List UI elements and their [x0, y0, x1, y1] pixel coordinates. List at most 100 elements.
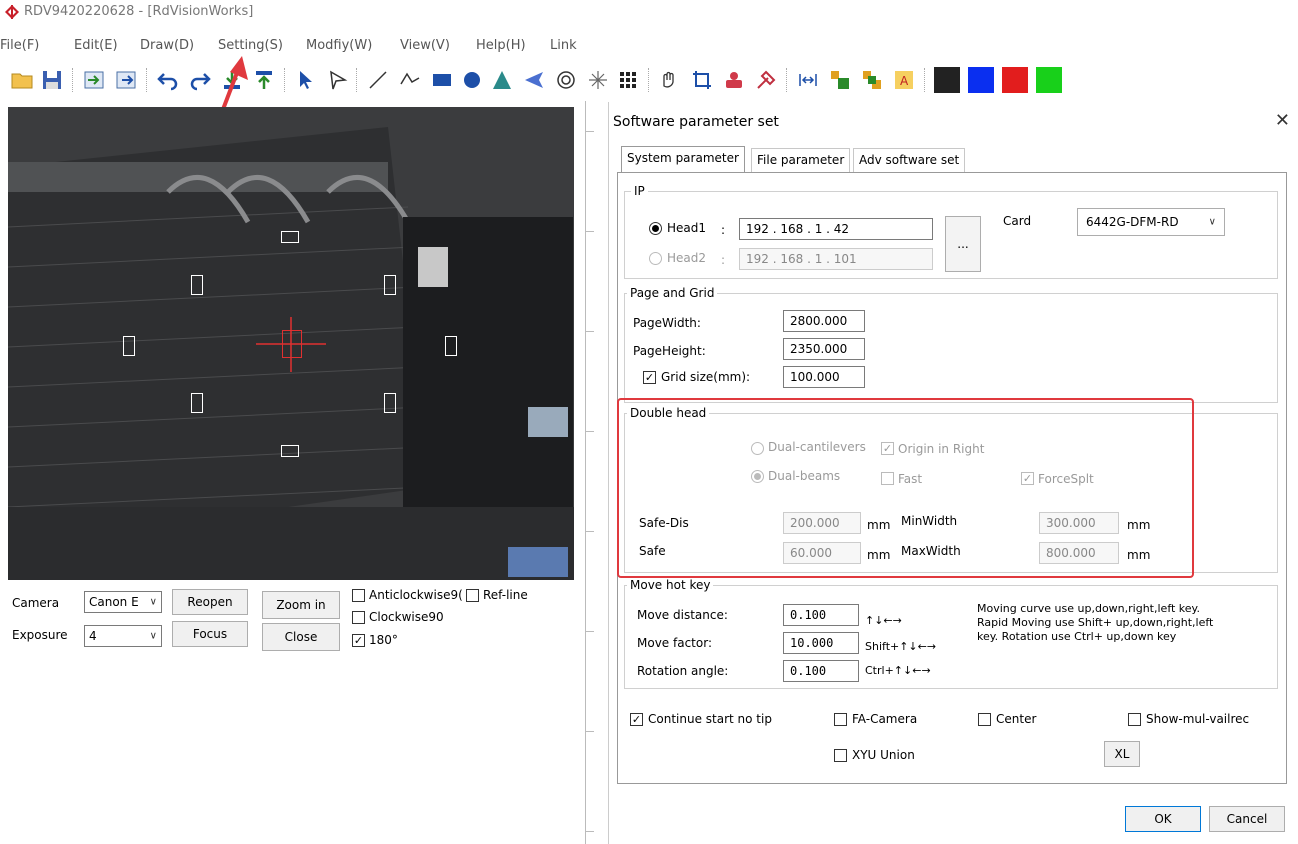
align-text-icon[interactable]: A: [890, 66, 918, 94]
camera-view[interactable]: [8, 107, 574, 580]
menu-edit[interactable]: Edit(E): [74, 38, 118, 53]
svg-text:A: A: [900, 74, 909, 88]
export-icon[interactable]: [112, 66, 140, 94]
color-swatch-black[interactable]: [934, 67, 960, 93]
close-camera-button[interactable]: Close: [262, 623, 340, 651]
camera-select[interactable]: Canon E ∨: [84, 591, 162, 613]
polygon-tool-icon[interactable]: [488, 66, 516, 94]
marker-upper-right: [384, 275, 396, 295]
move-distance-label: Move distance:: [637, 608, 728, 622]
align-center-icon[interactable]: [858, 66, 886, 94]
card-select[interactable]: 6442G-DFM-RD ∨: [1077, 208, 1225, 236]
color-swatch-green[interactable]: [1036, 67, 1062, 93]
distribute-icon[interactable]: [794, 66, 822, 94]
marker-left: [123, 336, 135, 356]
fa-camera-label: FA-Camera: [852, 712, 918, 726]
grid-size-input[interactable]: 100.000: [783, 366, 865, 388]
ip-group-label: IP: [631, 184, 648, 198]
menu-view[interactable]: View(V): [400, 38, 450, 53]
rotation-angle-input[interactable]: 0.100: [783, 660, 859, 682]
annotation-highlight-box: [617, 398, 1194, 578]
menu-bar: File(F) Edit(E) Draw(D) Setting(S) Modfi…: [0, 38, 700, 58]
marker-upper-left: [191, 275, 203, 295]
page-grid-group-label: Page and Grid: [627, 286, 718, 300]
save-icon[interactable]: [38, 66, 66, 94]
continue-start-checkbox[interactable]: ✓: [630, 713, 643, 726]
head2-ip-input[interactable]: 192 . 168 . 1 . 101: [739, 248, 933, 270]
reopen-button[interactable]: Reopen: [172, 589, 248, 615]
rotation-angle-label: Rotation angle:: [637, 664, 729, 678]
marker-lower-left: [191, 393, 203, 413]
hand-pan-icon[interactable]: [656, 66, 684, 94]
menu-help[interactable]: Help(H): [476, 38, 526, 53]
star-tool-icon[interactable]: [520, 66, 548, 94]
menu-link[interactable]: Link: [550, 38, 577, 53]
cancel-button[interactable]: Cancel: [1209, 806, 1285, 832]
menu-file[interactable]: File(F): [0, 38, 39, 53]
head1-label: Head1: [667, 221, 707, 235]
grid-size-label: Grid size(mm):: [661, 370, 751, 384]
open-folder-icon[interactable]: [8, 66, 36, 94]
grid-array-icon[interactable]: [614, 66, 642, 94]
ok-button[interactable]: OK: [1125, 806, 1201, 832]
spiral-tool-icon[interactable]: [552, 66, 580, 94]
node-edit-icon[interactable]: [324, 66, 352, 94]
anticlockwise-checkbox[interactable]: [352, 589, 365, 602]
menu-modify[interactable]: Modfiy(W): [306, 38, 372, 53]
window-title: RDV9420220628 - [RdVisionWorks]: [24, 4, 254, 19]
rot180-label: 180°: [369, 633, 398, 647]
page-width-input[interactable]: 2800.000: [783, 310, 865, 332]
show-mul-label: Show-mul-vailrec: [1146, 712, 1250, 726]
rot180-checkbox[interactable]: ✓: [352, 634, 365, 647]
tool-settings-icon[interactable]: [752, 66, 780, 94]
focus-button[interactable]: Focus: [172, 621, 248, 647]
move-hot-key-group-label: Move hot key: [627, 578, 714, 592]
clockwise-checkbox[interactable]: [352, 611, 365, 624]
ref-line-checkbox[interactable]: [466, 589, 479, 602]
head2-label: Head2: [667, 251, 707, 265]
menu-draw[interactable]: Draw(D): [140, 38, 194, 53]
rectangle-tool-icon[interactable]: [428, 66, 456, 94]
tab-adv-software-set[interactable]: Adv software set: [853, 148, 966, 172]
page-height-input[interactable]: 2350.000: [783, 338, 865, 360]
continue-start-label: Continue start no tip: [648, 712, 772, 726]
xl-button[interactable]: XL: [1104, 741, 1140, 767]
import-icon[interactable]: [80, 66, 108, 94]
tab-file-parameter[interactable]: File parameter: [751, 148, 851, 172]
ellipse-tool-icon[interactable]: [458, 66, 486, 94]
line-tool-icon[interactable]: [364, 66, 392, 94]
show-mul-checkbox[interactable]: [1128, 713, 1141, 726]
head1-radio[interactable]: [649, 222, 662, 235]
xyu-union-checkbox[interactable]: [834, 749, 847, 762]
page-height-label: PageHeight:: [633, 344, 706, 358]
move-hot-key-group: Move hot key Move distance: 0.100 ↑↓←→ M…: [624, 578, 1278, 689]
card-select-value: 6442G-DFM-RD: [1086, 215, 1179, 229]
ip-browse-button[interactable]: ...: [945, 216, 981, 272]
crop-icon[interactable]: [688, 66, 716, 94]
close-icon[interactable]: ✕: [1275, 110, 1290, 131]
move-factor-label: Move factor:: [637, 636, 712, 650]
select-arrow-icon[interactable]: [292, 66, 320, 94]
move-distance-input[interactable]: 0.100: [783, 604, 859, 626]
tab-system-parameter[interactable]: System parameter: [621, 146, 745, 173]
exposure-select[interactable]: 4 ∨: [84, 625, 162, 647]
polyline-tool-icon[interactable]: [396, 66, 424, 94]
head2-radio[interactable]: [649, 252, 662, 265]
marker-top: [281, 231, 299, 243]
head2-colon: :: [721, 253, 726, 267]
grid-size-checkbox[interactable]: ✓: [643, 371, 656, 384]
align-left-icon[interactable]: [826, 66, 854, 94]
color-swatch-red[interactable]: [1002, 67, 1028, 93]
dock-strip: [585, 101, 595, 844]
point-tool-icon[interactable]: [584, 66, 612, 94]
undo-icon[interactable]: [154, 66, 182, 94]
head1-ip-input[interactable]: 192 . 168 . 1 . 42: [739, 218, 933, 240]
stamp-icon[interactable]: [720, 66, 748, 94]
color-swatch-blue[interactable]: [968, 67, 994, 93]
move-factor-input[interactable]: 10.000: [783, 632, 859, 654]
center-checkbox[interactable]: [978, 713, 991, 726]
dialog-title: Software parameter set: [613, 114, 779, 130]
head1-colon: :: [721, 223, 726, 237]
zoom-in-button[interactable]: Zoom in: [262, 591, 340, 619]
fa-camera-checkbox[interactable]: [834, 713, 847, 726]
